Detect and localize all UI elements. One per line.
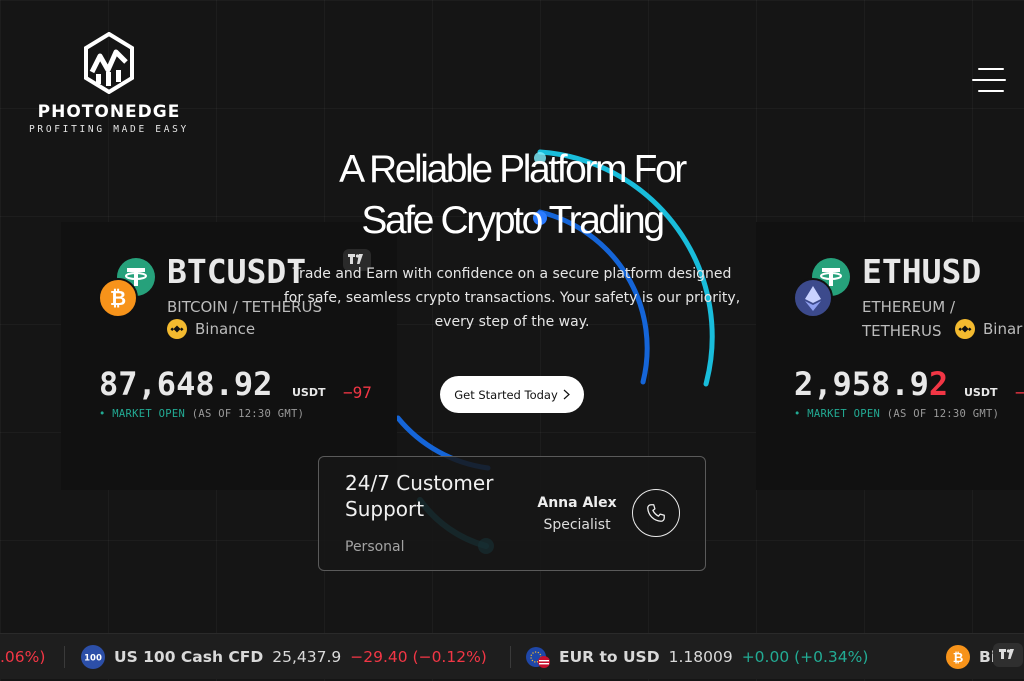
menu-line-icon [978, 68, 1004, 70]
chevron-right-icon [563, 389, 570, 400]
tape-item[interactable]: .06%) [0, 634, 45, 679]
agent-role: Specialist [543, 517, 611, 533]
exchange-name: Binar [983, 320, 1023, 338]
get-started-label: Get Started Today [454, 387, 558, 402]
tape-item[interactable]: EUR to USD 1.18009 +0.00 (+0.34%) [526, 634, 868, 679]
tape-name: US 100 Cash CFD [114, 648, 264, 666]
tradingview-logo-icon[interactable] [993, 643, 1023, 667]
ethereum-icon [793, 278, 833, 318]
bitcoin-icon: ₿ [946, 645, 970, 669]
ticker-unit: USDT [292, 386, 326, 399]
bitcoin-icon: ₿ [98, 278, 138, 318]
tape-divider [64, 646, 65, 668]
hamburger-menu-button[interactable] [972, 66, 1008, 94]
binance-icon [167, 319, 187, 339]
ticker-price-main: 2,958.9 [794, 365, 929, 403]
brand-name: PHOTONEDGE [37, 102, 181, 122]
tape-change: +0.00 (+0.34%) [741, 648, 869, 666]
support-title: 24/7 Customer Support [345, 471, 494, 521]
ticker-exchange: Binar [955, 319, 1022, 339]
market-status: • MARKET OPEN (AS OF 12:30 GMT) [794, 408, 1000, 420]
ticker-unit: USDT [964, 386, 998, 399]
market-as-of: (AS OF 12:30 GMT) [191, 408, 305, 420]
tape-item[interactable]: 100 US 100 Cash CFD 25,437.9 −29.40 (−0.… [81, 634, 487, 679]
tape-value: 25,437.9 [272, 648, 342, 666]
market-status-label: MARKET OPEN [807, 408, 881, 420]
brand-tagline: PROFITING MADE EASY [29, 124, 189, 135]
svg-text:₿: ₿ [110, 286, 126, 310]
ticker-price: 2,958.92 [794, 365, 948, 403]
brand-logo[interactable]: PHOTONEDGE PROFITING MADE EASY [28, 32, 190, 135]
support-tag: Personal [345, 539, 405, 555]
tape-name: EUR to USD [559, 648, 660, 666]
ticker-description-line2: TETHERUS [862, 322, 942, 340]
call-support-button[interactable] [632, 489, 680, 537]
svg-text:₿: ₿ [953, 651, 964, 666]
hero-subtitle: Trade and Earn with confidence on a secu… [283, 266, 741, 330]
ticker-change: − [1015, 383, 1024, 402]
hero-title-line1: A Reliable Platform For [339, 148, 687, 191]
ticker-exchange: Binance [167, 319, 255, 339]
ticker-symbol: ETHUSD [862, 252, 982, 291]
ticker-change: −97 [343, 383, 372, 402]
ticker-tape: .06%) 100 US 100 Cash CFD 25,437.9 −29.4… [0, 633, 1024, 679]
tape-divider [510, 646, 511, 668]
menu-line-icon [972, 79, 1006, 81]
us100-badge-text: 100 [84, 654, 102, 664]
exchange-name: Binance [195, 320, 256, 338]
tape-item[interactable]: ₿ Bi [946, 634, 996, 679]
get-started-button[interactable]: Get Started Today [440, 376, 584, 413]
hero-title: A Reliable Platform For Safe Crypto Trad… [262, 144, 762, 246]
eu-us-flag-icon [526, 647, 550, 668]
tape-change: .06%) [0, 648, 46, 666]
customer-support-card: 24/7 Customer Support Personal Anna Alex… [318, 456, 706, 571]
agent-name: Anna Alex [537, 495, 617, 511]
tape-change: −29.40 (−0.12%) [350, 648, 487, 666]
phone-icon [647, 504, 665, 522]
photonedge-logo-icon [84, 32, 134, 94]
binance-icon [955, 319, 975, 339]
ticker-price: 87,648.92 [99, 365, 273, 403]
ticker-description-line1: ETHEREUM / [862, 298, 956, 316]
ticker-price-highlight: 2 [928, 365, 949, 403]
market-status: • MARKET OPEN (AS OF 12:30 GMT) [99, 408, 305, 420]
us100-badge-icon: 100 [81, 645, 105, 669]
market-as-of: (AS OF 12:30 GMT) [886, 408, 1000, 420]
tape-value: 1.18009 [668, 648, 733, 666]
hero-title-line2: Safe Crypto Trading [361, 199, 665, 242]
menu-line-icon [978, 90, 1004, 92]
ticker-card-ethusd[interactable]: ETHUSD ETHEREUM / TETHERUS Binar 2,958.9… [756, 222, 1024, 490]
market-status-label: MARKET OPEN [112, 408, 186, 420]
